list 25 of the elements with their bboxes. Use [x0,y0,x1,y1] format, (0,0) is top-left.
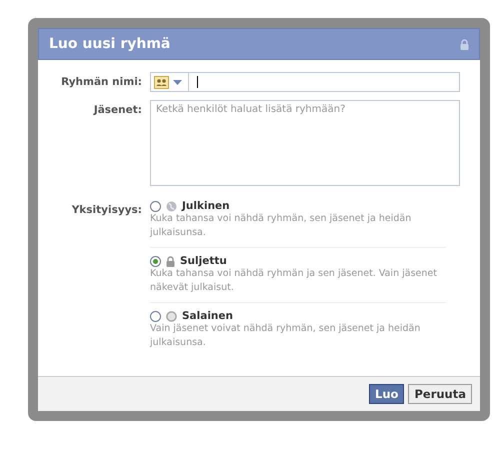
lock-icon [460,38,469,50]
cancel-button[interactable]: Peruuta [408,384,472,404]
option-description: Vain jäsenet voivat nähdä ryhmän, sen jäsenet ja heidän julkaisunsa. [150,322,422,350]
group-icon-picker[interactable] [154,73,189,91]
text-cursor [197,76,198,88]
create-button[interactable]: Luo [369,384,404,404]
field-label: Jäsenet: [92,103,142,118]
circle-icon [166,310,177,322]
option-title: Suljettu [180,255,227,267]
option-description: Kuka tahansa voi nähdä ryhmän, sen jäsenet ja heidän julkaisunsa. [150,212,412,240]
radio-button[interactable] [150,256,161,266]
field-label: Ryhmän nimi: [60,75,142,90]
caret-icon [173,80,182,84]
group-icon [154,76,169,88]
lock-icon [166,256,175,266]
radio-button[interactable] [150,310,161,322]
globe-icon [166,200,177,212]
option-title: Salainen [182,310,234,322]
members-field[interactable]: Ketkä henkilöt haluat lisätä ryhmään? [150,100,460,186]
radio-button[interactable] [150,200,161,212]
option-description: Kuka tahansa voi nähdä ryhmän ja sen jäsenet. Vain jäsenet näkevät julkaisut. [150,267,438,295]
field-label: Yksityisyys: [70,203,142,218]
group-name-field[interactable] [150,72,460,92]
option-title: Julkinen [182,200,230,212]
dialog-title: Luo uusi ryhmä [49,36,170,52]
